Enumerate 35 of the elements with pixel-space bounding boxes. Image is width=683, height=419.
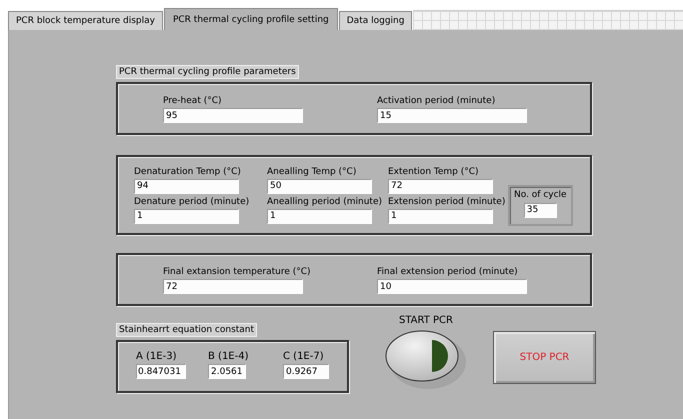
field-label: Denature period (minute)	[134, 196, 250, 206]
field-label: Denaturation Temp (°C)	[134, 166, 242, 176]
button-label: START PCR	[399, 315, 453, 326]
field-label: B (1E-4)	[208, 351, 250, 362]
input-field[interactable]: 94	[134, 178, 239, 194]
field-label: A (1E-3)	[136, 351, 178, 362]
start-button[interactable]	[384, 328, 468, 390]
input-field[interactable]: 1	[134, 208, 239, 224]
input-field[interactable]: 0.847031	[136, 364, 186, 379]
input-field[interactable]: 95	[163, 108, 303, 123]
tab[interactable]: PCR block temperature display	[8, 11, 163, 30]
field-label: Final extansion temperature (°C)	[163, 267, 312, 277]
input-field[interactable]: 15	[377, 108, 527, 123]
input-field[interactable]: 0.9267	[283, 364, 329, 379]
input-field[interactable]: 1	[267, 208, 372, 224]
input-field[interactable]: 72	[388, 178, 493, 194]
field-label: Extention Temp (°C)	[388, 166, 480, 176]
group-label: PCR thermal cycling profile parameters	[116, 65, 299, 79]
tab[interactable]: Data logging	[338, 11, 412, 30]
field-label: C (1E-7)	[283, 351, 325, 362]
input-field[interactable]: 72	[163, 279, 303, 294]
input-field[interactable]: 10	[377, 279, 527, 294]
field-label: Anealling Temp (°C)	[267, 166, 358, 176]
field-label: Activation period (minute)	[377, 96, 496, 106]
input-field[interactable]: 35	[524, 202, 557, 218]
input-field[interactable]: 1	[388, 208, 493, 224]
field-label: Pre-heat (°C)	[163, 96, 223, 106]
field-label: Anealling period (minute)	[267, 196, 383, 206]
tab[interactable]: PCR thermal cycling profile setting	[164, 8, 338, 30]
group-label: Stainhearrt equation constant	[116, 323, 258, 337]
input-field[interactable]: 50	[267, 178, 372, 194]
field-label: Final extension period (minute)	[377, 267, 519, 277]
field-label: No. of cycle	[514, 190, 567, 200]
input-field[interactable]: 2.0561	[208, 364, 246, 379]
field-label: Extension period (minute)	[388, 196, 506, 206]
